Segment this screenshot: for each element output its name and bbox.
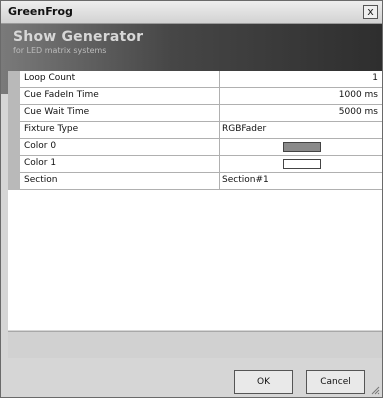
color-swatch[interactable] (283, 159, 321, 169)
row-gutter (8, 173, 20, 190)
property-value-cell[interactable]: RGBFader (220, 122, 382, 139)
color-swatch[interactable] (283, 142, 321, 152)
property-row-color-0[interactable]: Color 0 (8, 139, 382, 156)
row-gutter (8, 122, 20, 139)
property-row-fixture-type[interactable]: Fixture Type RGBFader (8, 122, 382, 139)
property-name-cell[interactable]: Fixture Type (20, 122, 220, 139)
property-value-cell[interactable] (220, 156, 382, 173)
property-row-color-1[interactable]: Color 1 (8, 156, 382, 173)
property-row-cue-fadein-time[interactable]: Cue FadeIn Time 1000 ms (8, 88, 382, 105)
property-name-cell[interactable]: Color 0 (20, 139, 220, 156)
property-name: Fixture Type (24, 124, 79, 134)
header-title: Show Generator (13, 29, 144, 45)
property-name-cell[interactable]: Cue Wait Time (20, 105, 220, 122)
property-value-cell[interactable]: 5000 ms (220, 105, 382, 122)
title-bar[interactable]: GreenFrog x (1, 1, 382, 24)
property-value: 1000 ms (338, 90, 378, 100)
property-name-cell[interactable]: Section (20, 173, 220, 190)
description-panel (8, 331, 382, 358)
property-name: Cue Wait Time (24, 107, 90, 117)
property-name: Color 1 (24, 158, 57, 168)
property-name: Section (24, 175, 58, 185)
row-gutter (8, 71, 20, 88)
property-value-cell[interactable]: 1000 ms (220, 88, 382, 105)
cancel-button[interactable]: Cancel (306, 370, 365, 394)
property-name-cell[interactable]: Loop Count (20, 71, 220, 88)
property-name: Cue FadeIn Time (24, 90, 99, 100)
window-title: GreenFrog (8, 5, 73, 18)
property-name: Loop Count (24, 73, 76, 83)
resize-grip-icon[interactable] (370, 385, 380, 395)
close-icon[interactable]: x (363, 5, 378, 19)
property-value-cell[interactable] (220, 139, 382, 156)
show-generator-window: GreenFrog x Show Generator for LED matri… (0, 0, 383, 398)
property-value: 5000 ms (338, 107, 378, 117)
property-name: Color 0 (24, 141, 57, 151)
property-value-cell[interactable]: 1 (220, 71, 382, 88)
header-subtitle: for LED matrix systems (13, 46, 107, 55)
row-gutter (8, 156, 20, 173)
ok-button[interactable]: OK (234, 370, 293, 394)
row-gutter (8, 139, 20, 156)
property-name-cell[interactable]: Cue FadeIn Time (20, 88, 220, 105)
property-value: 1 (372, 73, 378, 83)
property-row-section[interactable]: Section Section#1 (8, 173, 382, 190)
row-gutter (8, 105, 20, 122)
row-gutter (8, 88, 20, 105)
property-grid-empty-area (8, 193, 382, 330)
button-bar: OK Cancel (1, 358, 382, 397)
property-row-loop-count[interactable]: Loop Count 1 (8, 71, 382, 88)
property-value: RGBFader (222, 124, 267, 134)
property-value-cell[interactable]: Section#1 (220, 173, 382, 190)
property-value: Section#1 (222, 175, 269, 185)
property-grid: Loop Count 1 Cue FadeIn Time 1000 ms Cue… (8, 71, 382, 330)
property-name-cell[interactable]: Color 1 (20, 156, 220, 173)
property-row-cue-wait-time[interactable]: Cue Wait Time 5000 ms (8, 105, 382, 122)
